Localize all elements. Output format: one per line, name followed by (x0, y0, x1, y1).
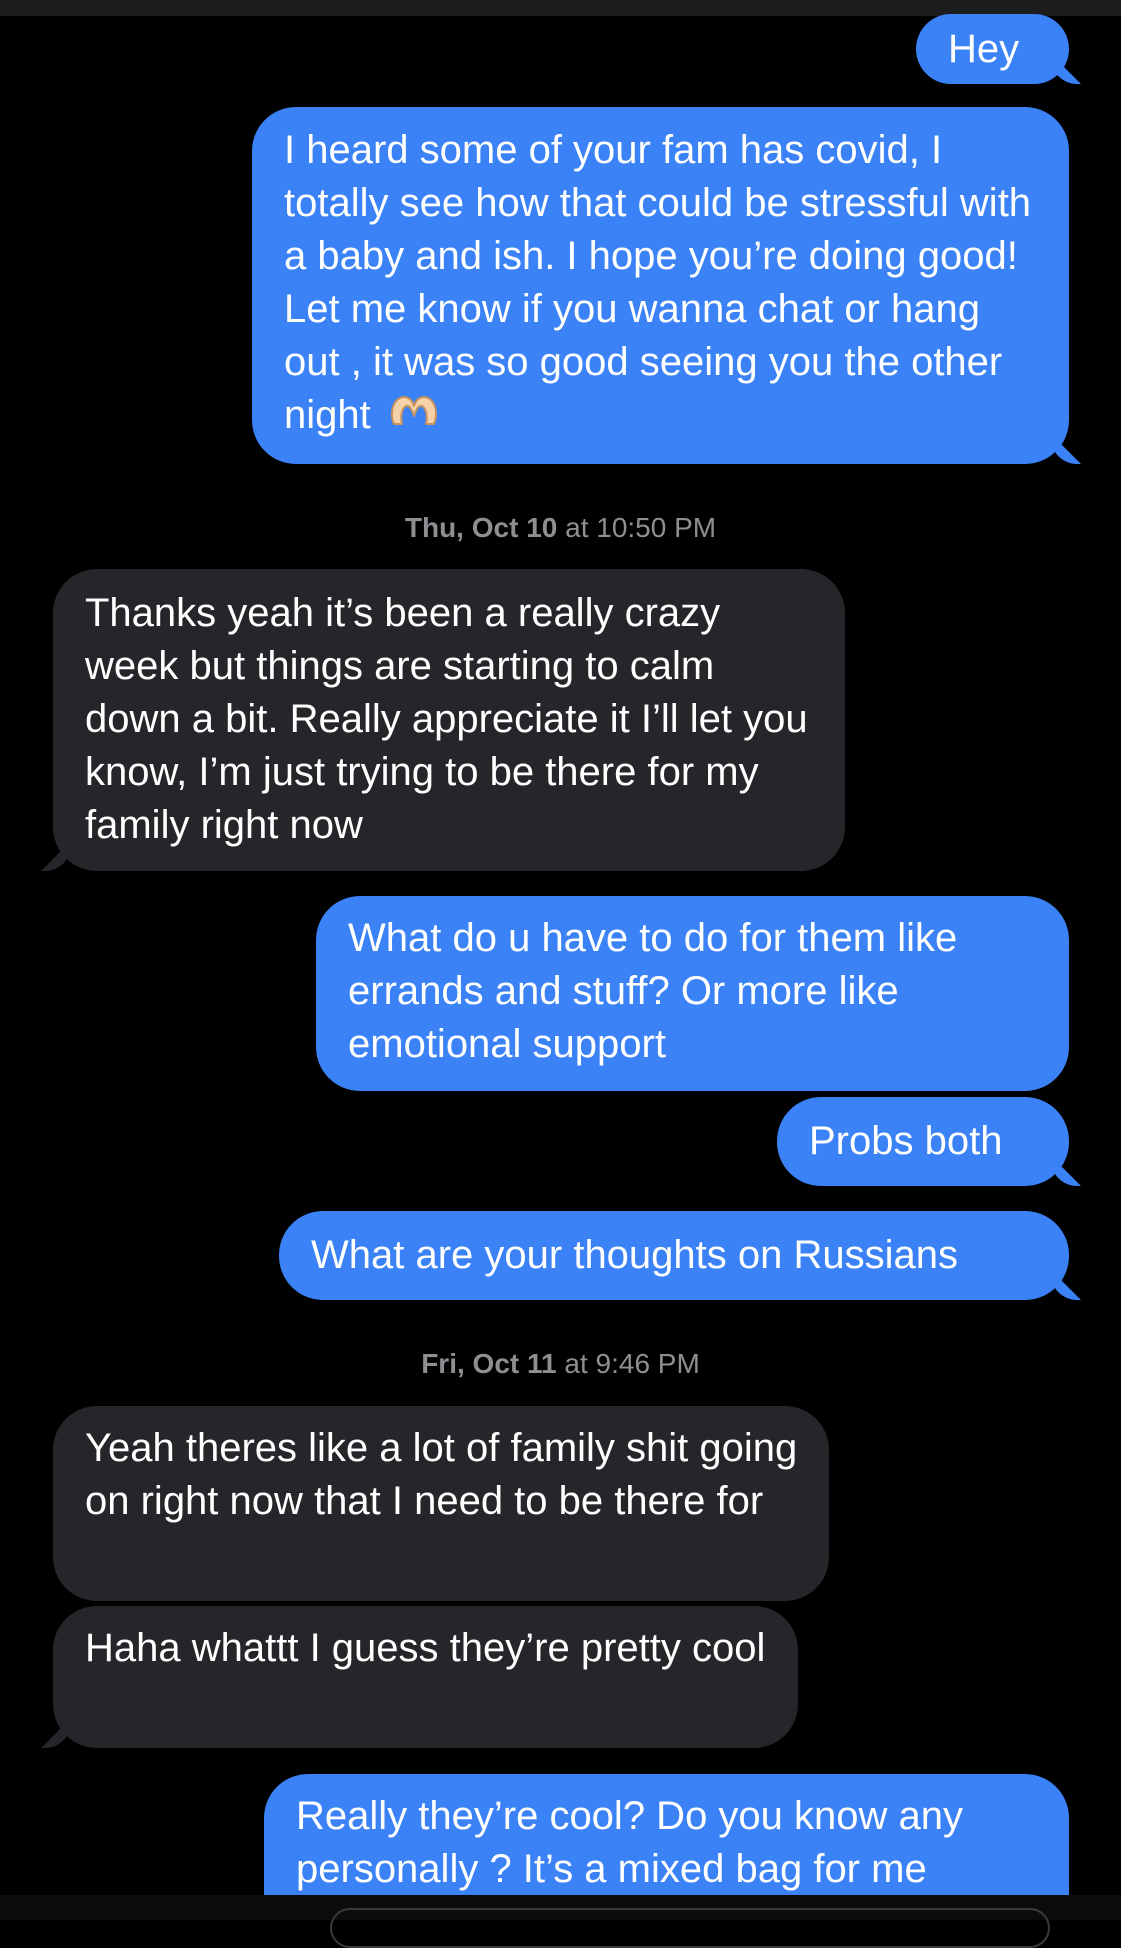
message-text: Thanks yeah it’s been a really crazy wee… (85, 591, 808, 847)
timestamp: Thu, Oct 10 at 10:50 PM (0, 511, 1121, 545)
received-message-bubble[interactable]: Haha whattt I guess they’re pretty cool (53, 1606, 798, 1748)
sent-message-bubble[interactable]: What do u have to do for them like erran… (316, 896, 1069, 1091)
message-thread[interactable]: Hey I heard some of your fam has covid, … (0, 0, 1121, 1895)
received-message-bubble[interactable]: Yeah theres like a lot of family shit go… (53, 1406, 829, 1601)
message-text: What are your thoughts on Russians (311, 1233, 959, 1277)
sent-message-bubble[interactable]: Really they’re cool? Do you know any per… (264, 1774, 1069, 1895)
timestamp-day: Thu, Oct 10 (404, 512, 558, 543)
message-text: Really they’re cool? Do you know any per… (296, 1794, 964, 1891)
heart-hands-emoji-icon (388, 390, 440, 444)
message-text: What do u have to do for them like erran… (348, 916, 958, 1066)
message-text: Haha whattt I guess they’re pretty cool (85, 1626, 766, 1670)
message-text: Hey (948, 27, 1020, 71)
timestamp: Fri, Oct 11 at 9:46 PM (0, 1347, 1121, 1381)
message-text: Yeah theres like a lot of family shit go… (85, 1426, 798, 1523)
sent-message-bubble[interactable]: I heard some of your fam has covid, I to… (252, 107, 1069, 464)
timestamp-time: at 10:50 PM (565, 512, 717, 543)
sent-message-bubble[interactable]: Probs both (777, 1097, 1069, 1186)
message-text: Probs both (809, 1119, 1003, 1163)
timestamp-time: at 9:46 PM (564, 1348, 700, 1379)
timestamp-day: Fri, Oct 11 (421, 1348, 557, 1379)
sent-message-bubble[interactable]: What are your thoughts on Russians (279, 1211, 1069, 1300)
sent-message-bubble[interactable]: Hey (916, 14, 1069, 84)
received-message-bubble[interactable]: Thanks yeah it’s been a really crazy wee… (53, 569, 845, 871)
message-input-field[interactable] (330, 1908, 1050, 1948)
